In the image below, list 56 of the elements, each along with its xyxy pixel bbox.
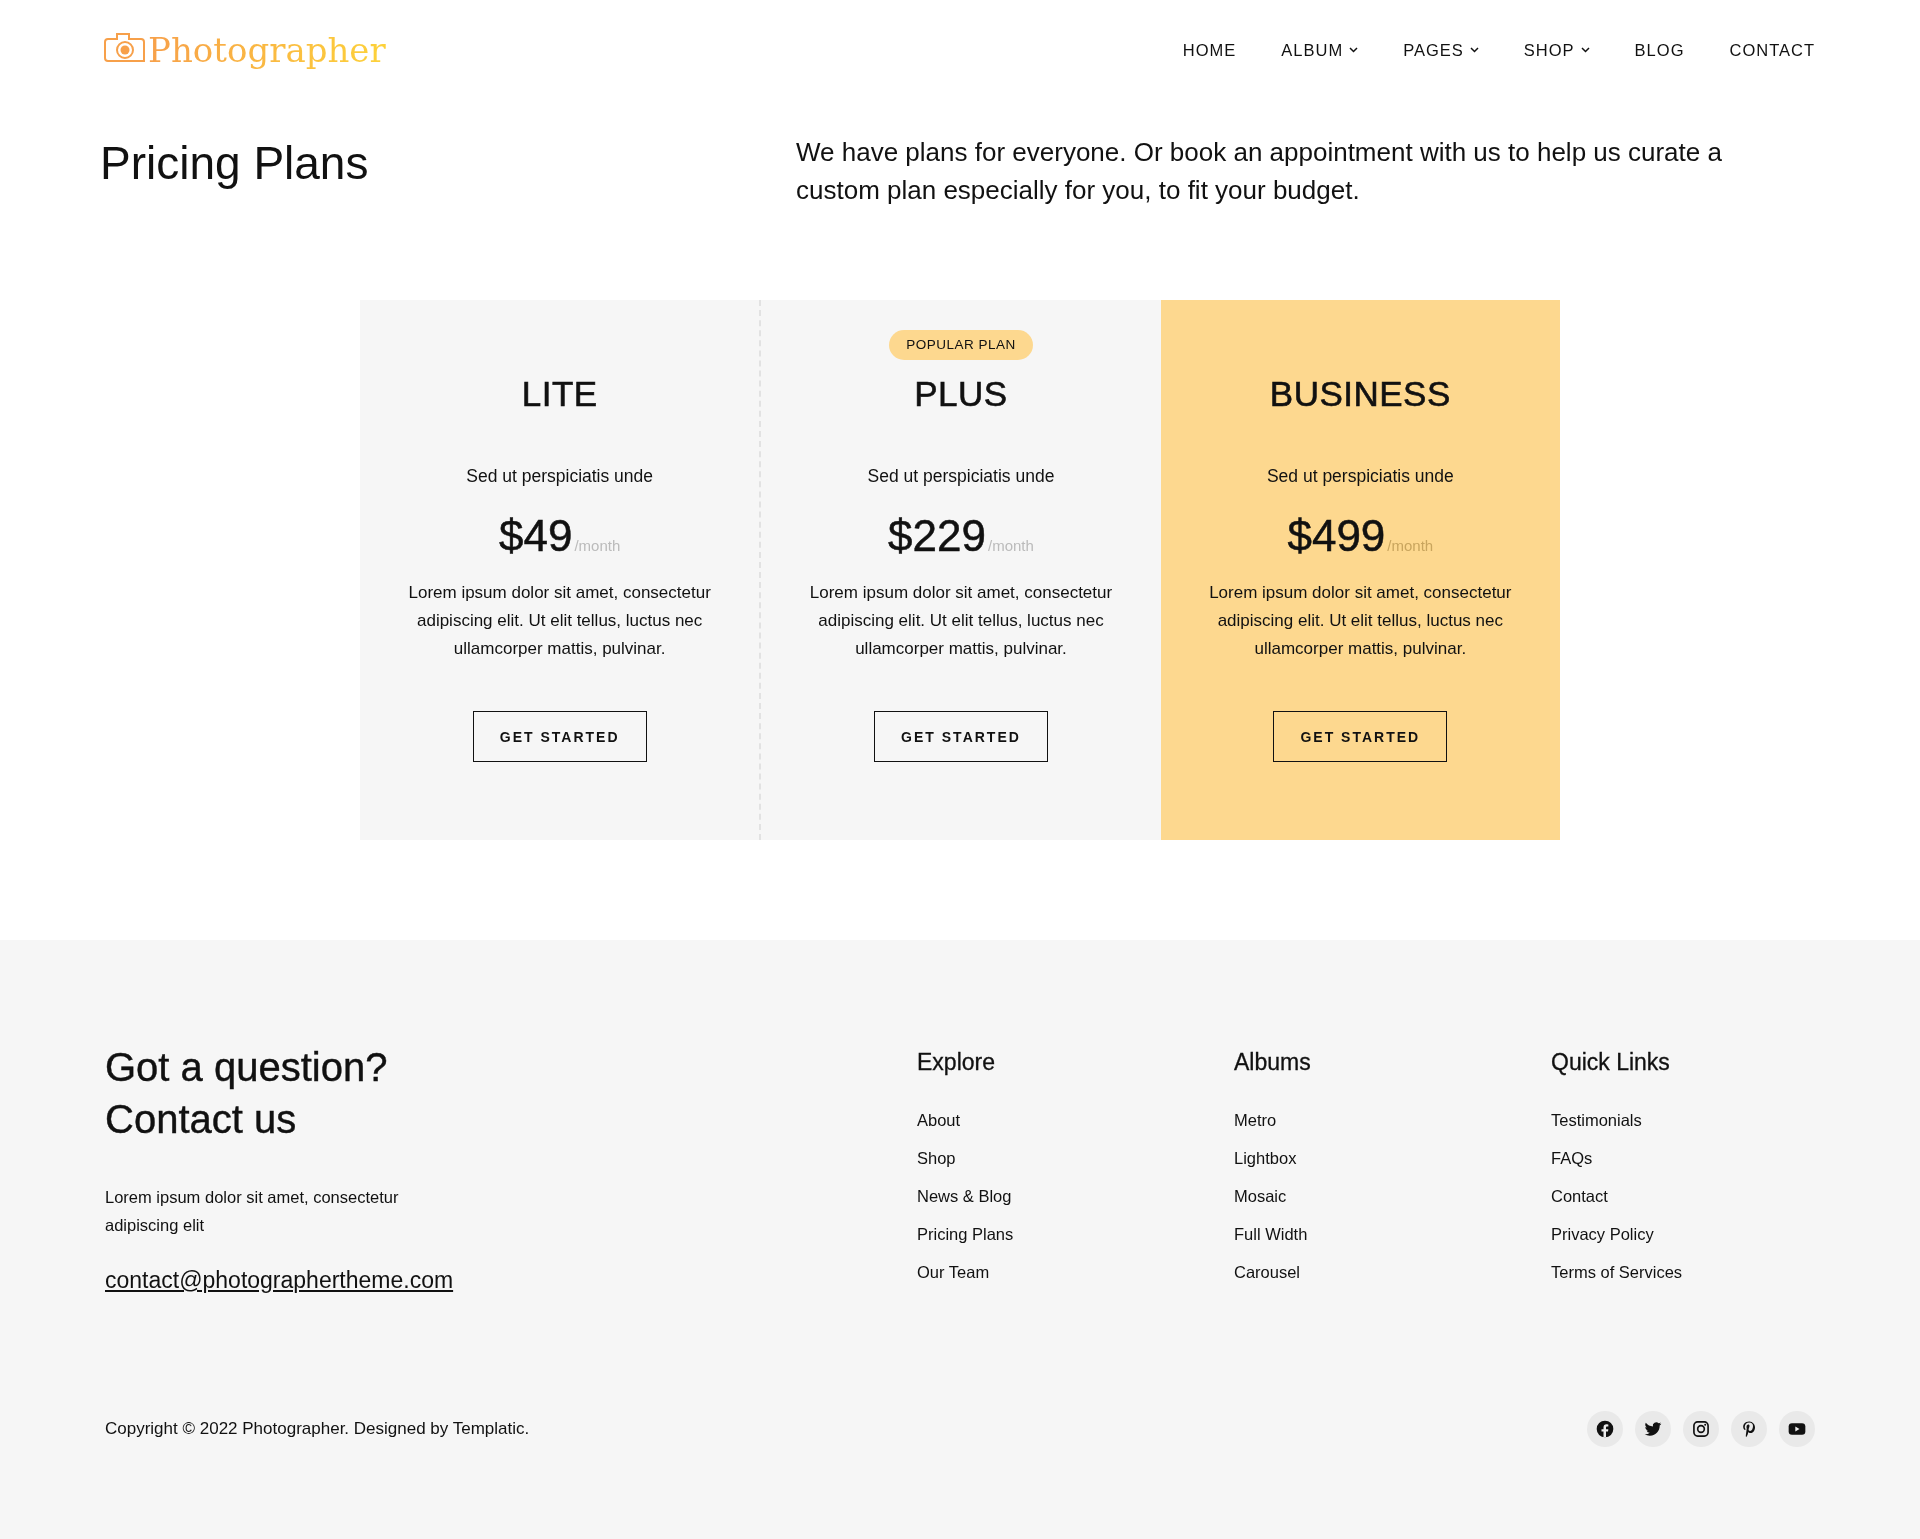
chevron-down-icon — [1469, 47, 1479, 53]
copyright-text: Copyright © 2022 Photographer. Designed by Templatic. — [105, 1419, 530, 1439]
footer-link[interactable]: Contact — [1551, 1187, 1608, 1205]
nav-link[interactable]: ALBUM — [1281, 40, 1359, 60]
plan-name: BUSINESS — [1269, 374, 1451, 414]
plan-description: Lorem ipsum dolor sit amet, consectetur adipiscing elit. Ut elit tellus, luctus nec ullamcorper mattis, pulvinar. — [407, 582, 712, 660]
footer-link[interactable]: Full Width — [1234, 1225, 1308, 1243]
footer-link[interactable]: News & Blog — [917, 1187, 1012, 1205]
nav-link[interactable]: PAGES — [1403, 40, 1479, 60]
plan-price: $499 — [1287, 511, 1386, 561]
footer-link[interactable]: Carousel — [1234, 1263, 1301, 1281]
plan-subtitle: Sed ut perspiciatis unde — [1266, 466, 1454, 487]
plan-subtitle: Sed ut perspiciatis unde — [466, 466, 654, 487]
footer-link[interactable]: FAQs — [1551, 1149, 1593, 1167]
footer-link[interactable]: Terms of Services — [1551, 1263, 1683, 1281]
chevron-down-icon — [1349, 47, 1359, 53]
plan-description: Lorem ipsum dolor sit amet, consectetur adipiscing elit. Ut elit tellus, luctus nec ullamcorper mattis, pulvinar. — [1208, 582, 1513, 660]
chevron-down-icon — [1580, 47, 1590, 53]
footer-link[interactable]: Mosaic — [1234, 1187, 1287, 1205]
footer-link[interactable]: Our Team — [917, 1263, 990, 1281]
footer-link[interactable]: Testimonials — [1551, 1111, 1642, 1129]
footer-link[interactable]: Pricing Plans — [917, 1225, 1014, 1243]
plan-price: $49 — [499, 511, 573, 561]
plan-subtitle: Sed ut perspiciatis unde — [867, 466, 1055, 487]
nav-link[interactable]: BLOG — [1634, 40, 1685, 60]
footer-link[interactable]: About — [917, 1111, 961, 1129]
footer-column-title: Explore — [917, 1049, 996, 1076]
plan-name: LITE — [521, 374, 598, 414]
nav-link[interactable]: CONTACT — [1729, 40, 1815, 60]
twitter-icon[interactable] — [1635, 1411, 1671, 1447]
footer-link[interactable]: Lightbox — [1234, 1149, 1297, 1167]
plan-name: PLUS — [914, 374, 1008, 414]
nav-link[interactable]: HOME — [1182, 40, 1237, 60]
footer-text: Lorem ipsum dolor sit amet, consectetur adipiscing elit — [105, 1187, 400, 1236]
nav-link[interactable]: SHOP — [1523, 40, 1590, 60]
plan-price: $229 — [888, 511, 986, 561]
footer-heading: Got a question? Contact us — [105, 1044, 389, 1143]
price-period: /month — [574, 537, 621, 554]
intro-text: We have plans for everyone. Or book an appointment with us to help us curate a custom plan especially for you, to fit your budget. — [796, 136, 1723, 207]
get-started-button[interactable]: GET STARTED — [1273, 711, 1448, 762]
get-started-button[interactable]: GET STARTED — [874, 711, 1048, 762]
page-title: Pricing Plans — [100, 136, 370, 191]
plan-description: Lorem ipsum dolor sit amet, consectetur adipiscing elit. Ut elit tellus, luctus nec ullamcorper mattis, pulvinar. — [808, 582, 1114, 660]
footer-column-title: Quick Links — [1551, 1049, 1671, 1076]
facebook-icon[interactable] — [1587, 1411, 1623, 1447]
youtube-icon[interactable] — [1779, 1411, 1815, 1447]
price-period: /month — [988, 537, 1034, 554]
get-started-button[interactable]: GET STARTED — [472, 711, 647, 762]
pinterest-icon[interactable] — [1731, 1411, 1767, 1447]
popular-badge: POPULAR PLAN — [889, 330, 1033, 360]
instagram-icon[interactable] — [1683, 1411, 1719, 1447]
footer-link[interactable]: Shop — [917, 1149, 956, 1167]
footer-column-title: Albums — [1234, 1049, 1312, 1076]
footer-link[interactable]: Metro — [1234, 1111, 1277, 1129]
email-link[interactable]: contact@photographertheme.com — [105, 1267, 454, 1294]
footer-link[interactable]: Privacy Policy — [1551, 1225, 1654, 1243]
